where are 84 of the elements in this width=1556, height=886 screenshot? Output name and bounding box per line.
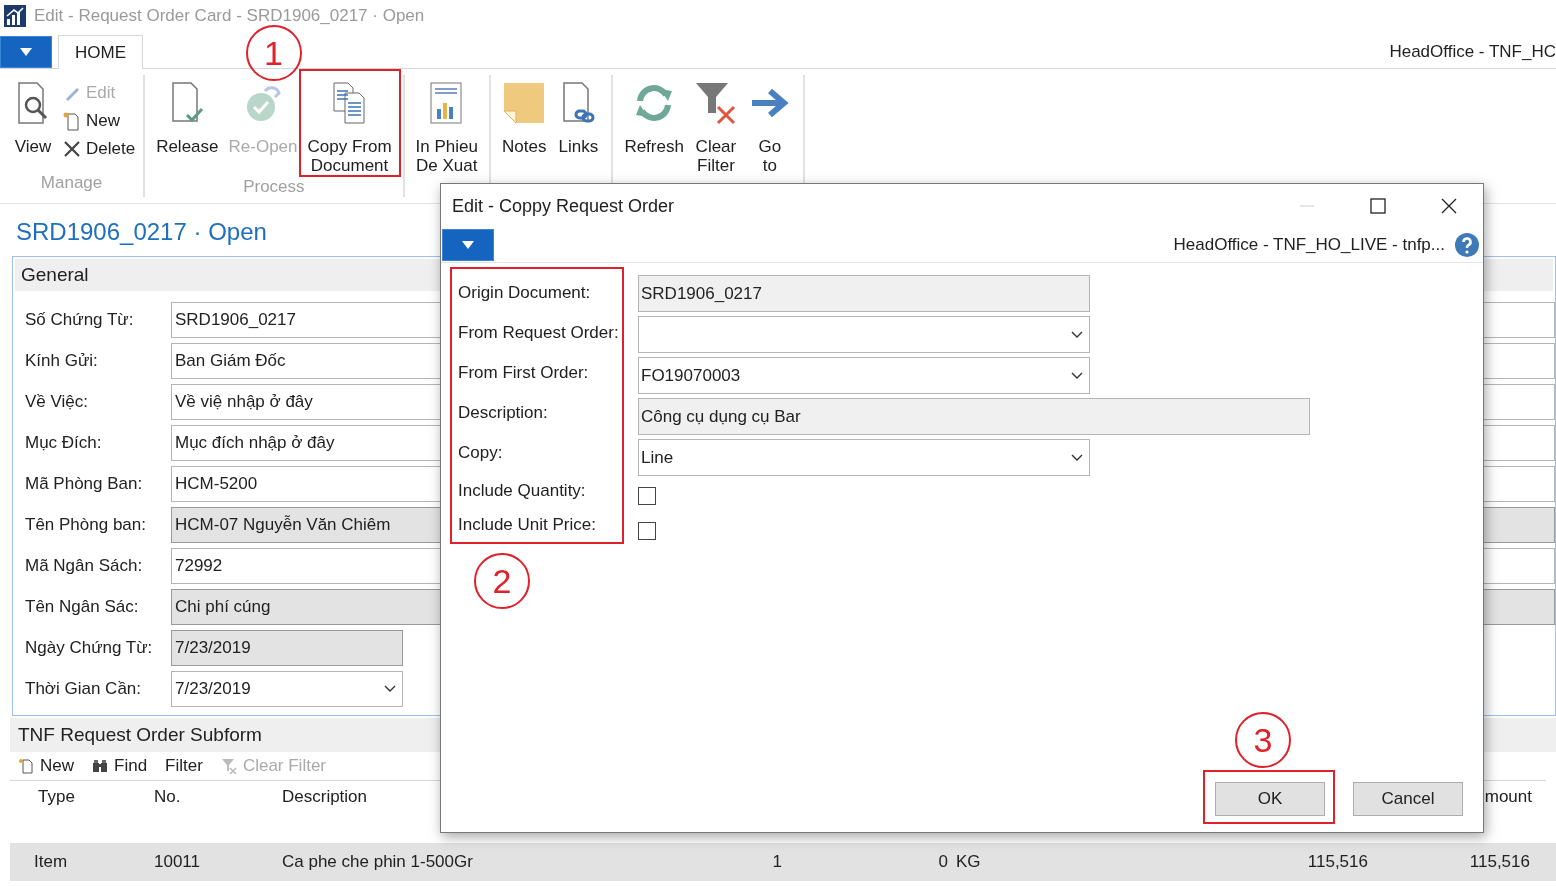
field-label: Tên Phòng ban: bbox=[25, 514, 147, 535]
note-icon bbox=[502, 81, 547, 125]
field-label: Mã Ngân Sách: bbox=[25, 555, 144, 576]
group-label: Manage bbox=[40, 173, 103, 193]
field-label: Thời Gian Cần: bbox=[25, 678, 143, 699]
ribbon-button[interactable]: In Phieu De Xuat bbox=[412, 81, 481, 175]
ribbon-button[interactable]: Delete bbox=[62, 137, 136, 161]
binoculars-icon bbox=[92, 758, 108, 774]
ribbon-button[interactable]: Copy From Document bbox=[304, 81, 395, 175]
column-header: mount bbox=[1484, 787, 1532, 807]
field-label: Include Quantity: bbox=[458, 479, 587, 502]
field-label: Mục Đích: bbox=[25, 432, 103, 453]
field-label: Ngày Chứng Từ: bbox=[25, 637, 154, 658]
table-row[interactable]: Item 10011 Ca phe che phin 1-500Gr 1 0 KG 115,516 115,516 bbox=[10, 843, 1556, 881]
window-title: Edit - Request Order Card - SRD1906_0217 · Open bbox=[34, 6, 425, 26]
close-icon[interactable] bbox=[1441, 198, 1457, 214]
help-icon[interactable] bbox=[1455, 233, 1479, 257]
caret-icon bbox=[462, 241, 474, 249]
table-cell-text: KG bbox=[955, 852, 982, 872]
ribbon-button[interactable]: Go to bbox=[744, 81, 795, 175]
ribbon-button[interactable]: Release bbox=[153, 81, 222, 156]
table-cell-text: 10011 bbox=[154, 852, 201, 872]
delete-icon bbox=[62, 139, 82, 159]
caret-icon bbox=[20, 48, 32, 56]
page-title: SRD1906_0217 · Open bbox=[15, 217, 268, 247]
ribbon-tab[interactable]: HOME bbox=[58, 35, 143, 69]
input-field[interactable]: SRD1906_0217 bbox=[638, 275, 1090, 312]
chevron-down-icon bbox=[1071, 371, 1083, 380]
input-field[interactable]: FO19070003 bbox=[638, 357, 1090, 394]
input-field[interactable]: 7/23/2019 bbox=[171, 670, 403, 707]
callout-badge: 2 bbox=[474, 553, 530, 609]
toolbar-button[interactable]: Filter bbox=[165, 756, 203, 776]
company-name: HeadOffice - TNF_HO_LIVE - tnfp... bbox=[1173, 235, 1445, 255]
company-name: HeadOffice - TNF_HC bbox=[1389, 42, 1556, 63]
ribbon-button[interactable]: Refresh bbox=[621, 81, 687, 156]
ribbon-button[interactable]: View bbox=[8, 81, 58, 156]
column-header: Description bbox=[282, 787, 369, 807]
clear-filter-icon bbox=[693, 81, 738, 125]
input-field[interactable]: 7/23/2019 bbox=[171, 629, 403, 666]
field-label: From First Order: bbox=[458, 362, 590, 385]
table-cell-text: Ca phe che phin 1-500Gr bbox=[282, 852, 474, 872]
field-label: Tên Ngân Sác: bbox=[25, 596, 140, 617]
table-cell-text: 0 bbox=[937, 852, 949, 872]
toolbar-button[interactable]: New bbox=[18, 756, 74, 776]
table-cell-text: 115,516 bbox=[1468, 852, 1531, 872]
table-cell-text: 115,516 bbox=[1306, 852, 1369, 872]
dialog-menu-button[interactable] bbox=[442, 229, 494, 261]
ribbon-button[interactable]: Notes bbox=[498, 81, 550, 156]
column-header: Type bbox=[37, 787, 76, 807]
app-menu-button[interactable] bbox=[0, 36, 52, 68]
chevron-down-icon bbox=[384, 684, 396, 693]
clear-filter-icon bbox=[220, 758, 237, 774]
field-label: Include Unit Price: bbox=[458, 513, 597, 536]
column-header: No. bbox=[154, 787, 182, 807]
table-cell-text: Item bbox=[33, 852, 69, 872]
callout-badge: 3 bbox=[1235, 712, 1291, 768]
input-field[interactable]: Công cụ dụng cụ Bar bbox=[638, 398, 1310, 435]
input-field[interactable]: Line bbox=[638, 439, 1090, 476]
ribbon-button[interactable]: New bbox=[62, 109, 136, 133]
group-label: Process bbox=[243, 177, 305, 197]
chevron-down-icon bbox=[1071, 330, 1083, 339]
dialog-button[interactable]: OK bbox=[1215, 782, 1325, 816]
field-label: From Request Order: bbox=[458, 322, 620, 345]
new-document-icon bbox=[62, 111, 82, 131]
checkbox[interactable] bbox=[638, 521, 656, 540]
ribbon-button[interactable]: Links bbox=[553, 81, 604, 156]
field-label: Copy: bbox=[458, 442, 504, 465]
dialog-title: Edit - Coppy Request Order bbox=[452, 195, 675, 217]
checkbox[interactable] bbox=[638, 486, 656, 505]
toolbar-button[interactable]: Find bbox=[92, 756, 148, 776]
app-logo-icon bbox=[4, 5, 26, 27]
field-label: Description: bbox=[458, 402, 549, 425]
callout-badge: 1 bbox=[245, 25, 302, 81]
ribbon-button[interactable]: Clear Filter bbox=[690, 81, 741, 175]
field-label: Kính Gửi: bbox=[25, 350, 99, 371]
field-label: Mã Phòng Ban: bbox=[25, 473, 144, 494]
field-label: Về Việc: bbox=[25, 391, 89, 412]
maximize-icon[interactable] bbox=[1370, 198, 1386, 214]
dialog-button[interactable]: Cancel bbox=[1353, 782, 1463, 816]
chevron-down-icon bbox=[1071, 453, 1083, 462]
input-field[interactable] bbox=[638, 316, 1090, 353]
table-cell-text: 1 bbox=[771, 852, 783, 872]
field-label: Số Chứng Từ: bbox=[25, 309, 135, 330]
new-document-icon bbox=[18, 758, 34, 774]
